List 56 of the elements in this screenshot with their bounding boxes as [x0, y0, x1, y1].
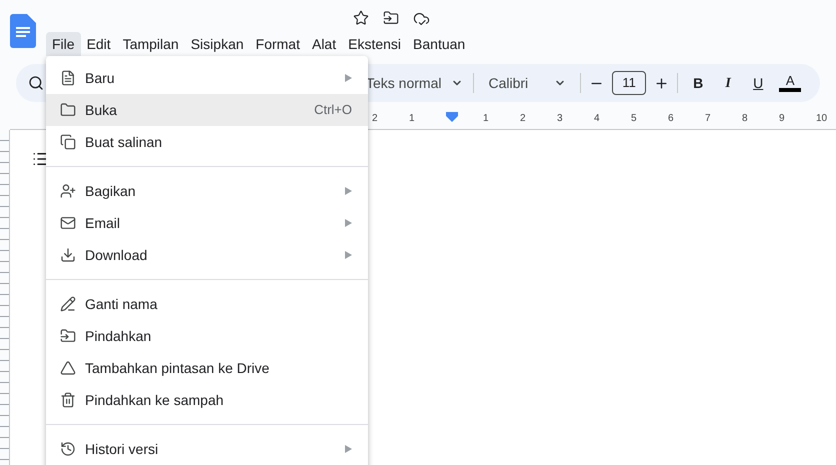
download-icon — [60, 247, 76, 263]
ruler-number: 10 — [816, 112, 828, 126]
ruler-number: 6 — [668, 112, 674, 126]
ruler-number: 4 — [594, 112, 600, 126]
folder-arrow-icon — [60, 328, 76, 344]
search-icon[interactable] — [28, 75, 44, 91]
file-menu-item[interactable]: Histori versi — [46, 433, 368, 465]
file-menu-item[interactable]: Tambahkan pintasan ke Drive — [46, 352, 368, 384]
italic-button[interactable]: I — [718, 72, 738, 94]
cloud-check-icon[interactable] — [413, 10, 430, 27]
plus-icon[interactable] — [654, 76, 670, 90]
style-dropdown[interactable]: Teks normal — [366, 72, 474, 94]
ruler-number: 5 — [631, 112, 637, 126]
copy-icon — [60, 134, 76, 150]
menu-item[interactable]: Format — [250, 32, 306, 56]
text-color-button[interactable]: A — [778, 74, 802, 92]
font-size-field[interactable]: 11 — [612, 71, 646, 95]
file-menu-item[interactable]: Ganti nama — [46, 288, 368, 320]
person-add-icon — [60, 183, 76, 199]
underline-button[interactable]: U — [748, 72, 768, 94]
ruler-number: 1 — [483, 112, 489, 126]
file-menu-item[interactable]: Buka Ctrl+O — [46, 94, 368, 126]
star-icon[interactable] — [353, 10, 369, 26]
document-icon — [60, 70, 76, 86]
menu-item[interactable]: Bantuan — [407, 32, 472, 56]
menu-item[interactable]: Alat — [306, 32, 342, 56]
file-menu-item[interactable]: Download — [46, 239, 368, 271]
bold-button[interactable]: B — [688, 72, 708, 94]
history-icon — [60, 441, 76, 457]
pencil-icon — [60, 296, 76, 312]
ruler-number: 2 — [520, 112, 526, 126]
file-menu-item[interactable]: Buat salinan — [46, 126, 368, 158]
indent-marker-icon[interactable] — [446, 112, 458, 122]
file-menu-item[interactable]: Pindahkan ke sampah — [46, 384, 368, 416]
ruler-number: 1 — [409, 112, 415, 126]
font-dropdown[interactable]: Calibri — [474, 72, 580, 94]
ruler-number: 7 — [705, 112, 711, 126]
menu-item[interactable]: Ekstensi — [342, 32, 408, 56]
menu-item[interactable]: Tampilan — [116, 32, 185, 56]
docs-logo-icon[interactable] — [10, 14, 36, 48]
file-menu-item[interactable]: Bagikan — [46, 175, 368, 207]
folder-icon — [60, 102, 76, 118]
menu-item[interactable]: Edit — [80, 32, 117, 56]
trash-icon — [60, 392, 76, 408]
file-menu-item[interactable]: Pindahkan — [46, 320, 368, 352]
ruler-number: 8 — [742, 112, 748, 126]
menu-item[interactable]: Sisipkan — [184, 32, 250, 56]
triangle-icon — [60, 360, 76, 376]
ruler-number: 3 — [557, 112, 563, 126]
mail-icon — [60, 215, 76, 231]
file-menu-item[interactable]: Email — [46, 207, 368, 239]
file-menu-item[interactable]: Baru — [46, 62, 368, 94]
folder-move-icon[interactable] — [383, 10, 399, 26]
menu-item[interactable]: File — [46, 32, 81, 56]
ruler-number: 9 — [779, 112, 785, 126]
ruler-number: 2 — [372, 112, 378, 126]
